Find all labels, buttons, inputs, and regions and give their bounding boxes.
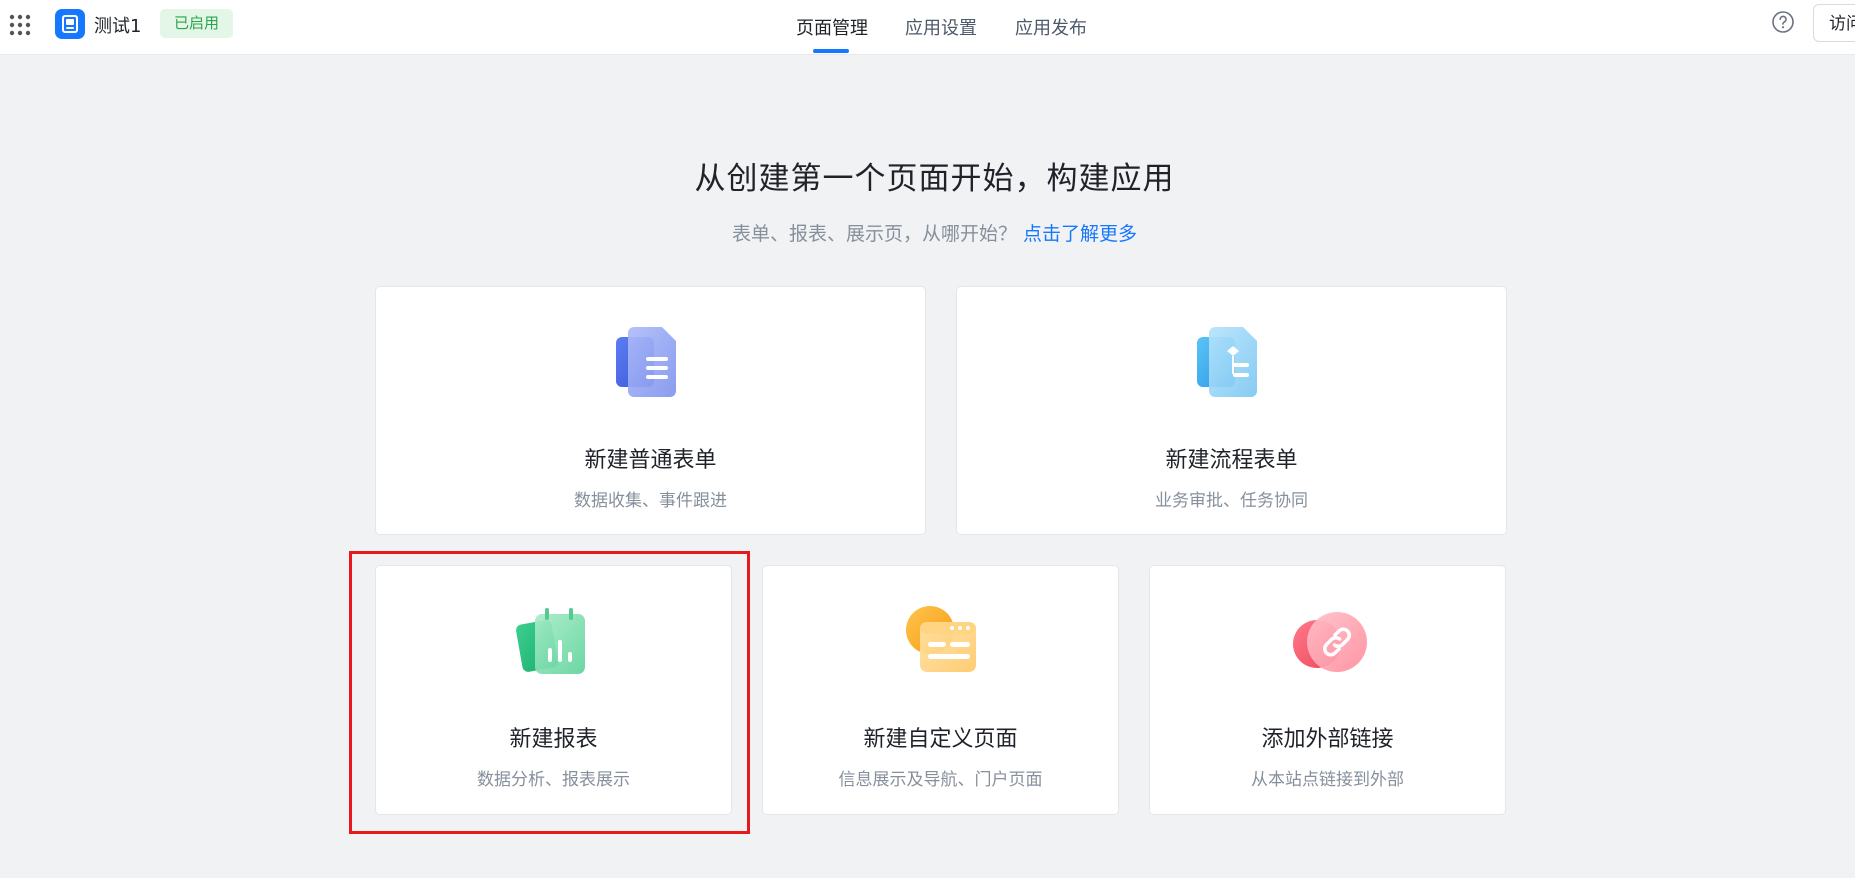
card-desc: 业务审批、任务协同 (1155, 491, 1308, 511)
status-badge: 已启用 (160, 9, 234, 38)
learn-more-link[interactable]: 点击了解更多 (1023, 223, 1137, 245)
card-title: 添加外部链接 (1261, 727, 1394, 752)
hero-subtitle-text: 表单、报表、展示页，从哪开始？ (731, 223, 1017, 245)
app-grid-icon[interactable] (9, 14, 31, 36)
card-title: 新建普通表单 (584, 448, 717, 473)
card-desc: 从本站点链接到外部 (1251, 770, 1404, 790)
card-new-form[interactable]: 新建普通表单 数据收集、事件跟进 (375, 286, 926, 535)
card-desc: 数据分析、报表展示 (477, 770, 630, 790)
hero-subtitle: 表单、报表、展示页，从哪开始？ 点击了解更多 (0, 219, 1855, 246)
card-new-report[interactable]: 新建报表 数据分析、报表展示 (375, 565, 732, 815)
form-icon (616, 327, 676, 397)
card-new-workflow-form[interactable]: 新建流程表单 业务审批、任务协同 (956, 286, 1507, 535)
link-icon (1293, 612, 1367, 672)
report-icon (516, 608, 585, 674)
custom-page-icon (906, 606, 976, 672)
card-new-custom-page[interactable]: 新建自定义页面 信息展示及导航、门户页面 (762, 565, 1119, 815)
workflow-icon (1197, 327, 1257, 397)
tab-page-management[interactable]: 页面管理 (796, 14, 868, 40)
card-desc: 数据收集、事件跟进 (574, 491, 727, 511)
top-bar: 测试1 已启用 页面管理 应用设置 应用发布 访问 (0, 0, 1855, 55)
tab-app-settings[interactable]: 应用设置 (905, 14, 977, 40)
card-title: 新建自定义页面 (863, 727, 1018, 752)
app-logo-icon[interactable] (55, 9, 85, 39)
card-title: 新建报表 (509, 727, 598, 752)
active-tab-indicator (813, 49, 849, 53)
help-icon[interactable] (1771, 10, 1795, 34)
page-title: 从创建第一个页面开始，构建应用 (694, 161, 1175, 197)
card-title: 新建流程表单 (1165, 448, 1298, 473)
app-name[interactable]: 测试1 (94, 12, 141, 38)
tab-app-publish[interactable]: 应用发布 (1015, 14, 1087, 40)
card-desc: 信息展示及导航、门户页面 (838, 770, 1043, 790)
visit-button[interactable]: 访问 (1813, 4, 1855, 42)
card-add-external-link[interactable]: 添加外部链接 从本站点链接到外部 (1149, 565, 1506, 815)
